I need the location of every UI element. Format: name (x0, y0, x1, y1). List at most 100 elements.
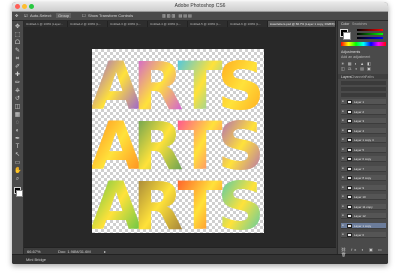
layer-row[interactable]: ● Layer 5 (341, 146, 386, 153)
layer-row[interactable]: ● Layer 11 copy (341, 203, 386, 210)
shape-icon[interactable]: ▭ (14, 160, 21, 167)
layer-row[interactable]: ● Layer 6 copy (341, 156, 386, 162)
layers-footer-icons[interactable]: ⛓ fx ◐ ▣ ▭ 🗑 (341, 247, 388, 257)
visibility-eye-icon[interactable]: ● (342, 157, 345, 160)
quick-select-icon[interactable]: ✎ (14, 48, 21, 55)
layer-thumbnail (347, 204, 352, 209)
layer-row[interactable]: ● Layer 1 copy 4 (341, 137, 386, 143)
stamp-icon[interactable]: ⎈ (14, 88, 21, 95)
layer-thumbnail (347, 195, 352, 199)
layer-thumbnail (347, 166, 352, 171)
tab-color[interactable]: Color (341, 22, 349, 26)
visibility-eye-icon[interactable]: ● (342, 204, 345, 208)
layer-row[interactable]: ● Layer 12 (341, 213, 386, 219)
layer-thumbnail (347, 100, 352, 104)
hand-icon[interactable]: ✋ (14, 168, 21, 175)
layer-thumbnail (347, 109, 352, 114)
blur-icon[interactable]: ◌ (14, 120, 21, 127)
layer-thumbnail (347, 147, 352, 152)
layer-row[interactable]: ● Layer 0 (341, 232, 386, 238)
visibility-eye-icon[interactable]: ● (342, 223, 345, 227)
visibility-eye-icon[interactable]: ● (342, 119, 345, 122)
show-transform-checkbox[interactable]: ☐ (82, 13, 86, 18)
eraser-icon[interactable]: ◫ (14, 104, 21, 111)
layer-name: Layer 3 (354, 119, 365, 123)
layer-thumbnail (347, 128, 352, 133)
visibility-eye-icon[interactable]: ● (342, 214, 345, 217)
visibility-eye-icon[interactable]: ● (342, 195, 345, 198)
visibility-eye-icon[interactable]: ● (342, 185, 345, 189)
show-transform-label: Show Transform Controls (88, 13, 134, 18)
layer-name: Layer 6 copy (354, 157, 372, 161)
layer-row[interactable]: ● Layer 2 (341, 108, 386, 115)
layer-row[interactable]: ● Layer 1 copy (341, 222, 386, 229)
visibility-eye-icon[interactable]: ● (342, 176, 345, 179)
layer-thumbnail (347, 138, 352, 142)
right-panels: Color Swatches Adjustments Add an adjust… (337, 21, 388, 257)
brush-icon[interactable]: ✏ (14, 80, 21, 87)
tab-adjustments[interactable]: Adjustments (341, 50, 360, 54)
visibility-eye-icon[interactable]: ● (342, 109, 345, 113)
move-icon[interactable]: ✥ (14, 24, 21, 31)
visibility-eye-icon[interactable]: ● (342, 233, 345, 236)
visibility-eye-icon[interactable]: ● (342, 128, 345, 132)
layer-thumbnail (347, 233, 352, 237)
add-adjustment-label: Add an adjustment (341, 55, 371, 59)
path-select-icon[interactable]: ↖ (14, 152, 21, 159)
tab-swatches[interactable]: Swatches (352, 22, 367, 26)
lock-row[interactable] (341, 93, 386, 97)
align-icons[interactable]: ▥▥▥ ▤▤▤ (162, 13, 193, 18)
lasso-icon[interactable]: ᗝ (14, 40, 21, 47)
layer-filter-row[interactable] (341, 81, 386, 85)
red-slider[interactable] (357, 29, 383, 31)
visibility-eye-icon[interactable]: ● (342, 166, 345, 170)
mini-bridge-bar: Mini Bridge (12, 254, 388, 264)
layer-row[interactable]: ● Layer 1 (341, 99, 386, 105)
auto-select-dropdown[interactable]: Group (56, 13, 72, 18)
layer-thumbnail (347, 214, 352, 218)
auto-select-label: Auto-Select: (30, 13, 52, 18)
crop-icon[interactable]: ⌗ (14, 56, 21, 63)
foreground-background-swatch[interactable] (14, 187, 23, 197)
type-icon[interactable]: T (14, 144, 21, 151)
tab-paths[interactable]: Paths (365, 75, 374, 79)
layer-name: Layer 1 copy 4 (354, 138, 374, 142)
healing-icon[interactable]: ✚ (14, 72, 21, 79)
layer-name: Layer 4 (354, 128, 365, 133)
mini-bridge-tab[interactable]: Mini Bridge (26, 257, 46, 262)
zoom-icon[interactable]: ⌕ (14, 176, 21, 183)
green-slider[interactable] (357, 33, 383, 35)
spectrum-bar[interactable] (341, 42, 386, 46)
tab-layers[interactable]: Layers (341, 75, 352, 79)
layer-row[interactable]: ● Layer 8 copy (341, 175, 386, 181)
layer-row[interactable]: ● Layer 7 (341, 165, 386, 172)
blue-slider[interactable] (357, 37, 383, 39)
auto-select-checkbox[interactable]: ☑ (24, 13, 28, 18)
marquee-icon[interactable]: ⬚ (14, 32, 21, 39)
layer-name: Layer 7 (354, 166, 365, 171)
layer-row[interactable]: ● Layer 10 (341, 194, 386, 200)
art-letter: T (177, 168, 222, 233)
layer-row[interactable]: ● Layer 3 (341, 118, 386, 124)
pen-icon[interactable]: ✒ (14, 136, 21, 143)
layer-row[interactable]: ● Layer 4 (341, 127, 386, 134)
visibility-eye-icon[interactable]: ● (342, 100, 345, 103)
layer-name: Layer 1 copy (354, 223, 372, 228)
layers-header: Layers Channels Paths (338, 74, 388, 79)
visibility-eye-icon[interactable]: ● (342, 138, 345, 141)
layer-row[interactable]: ● Layer 9 (341, 184, 386, 191)
arts-artwork: ARTSARTSARTS (90, 48, 264, 245)
move-tool-icon[interactable]: ✥ (15, 13, 18, 18)
tab-channels[interactable]: Channels (351, 75, 366, 79)
history-brush-icon[interactable]: ↺ (14, 96, 21, 103)
layer-thumbnail (347, 223, 352, 228)
canvas-area[interactable]: ARTSARTSARTS (24, 27, 336, 247)
gradient-icon[interactable]: ▦ (14, 112, 21, 119)
art-letter: R (133, 168, 184, 233)
document-canvas[interactable]: ARTSARTSARTS (90, 48, 264, 245)
dodge-icon[interactable]: ◐ (14, 128, 21, 135)
blend-mode-row[interactable] (341, 87, 386, 91)
visibility-eye-icon[interactable]: ● (342, 147, 345, 151)
eyedropper-icon[interactable]: ✐ (14, 64, 21, 71)
adjustment-icons-row2[interactable]: ◫ ⚖ ◑ ▤ ▣ (341, 66, 372, 71)
